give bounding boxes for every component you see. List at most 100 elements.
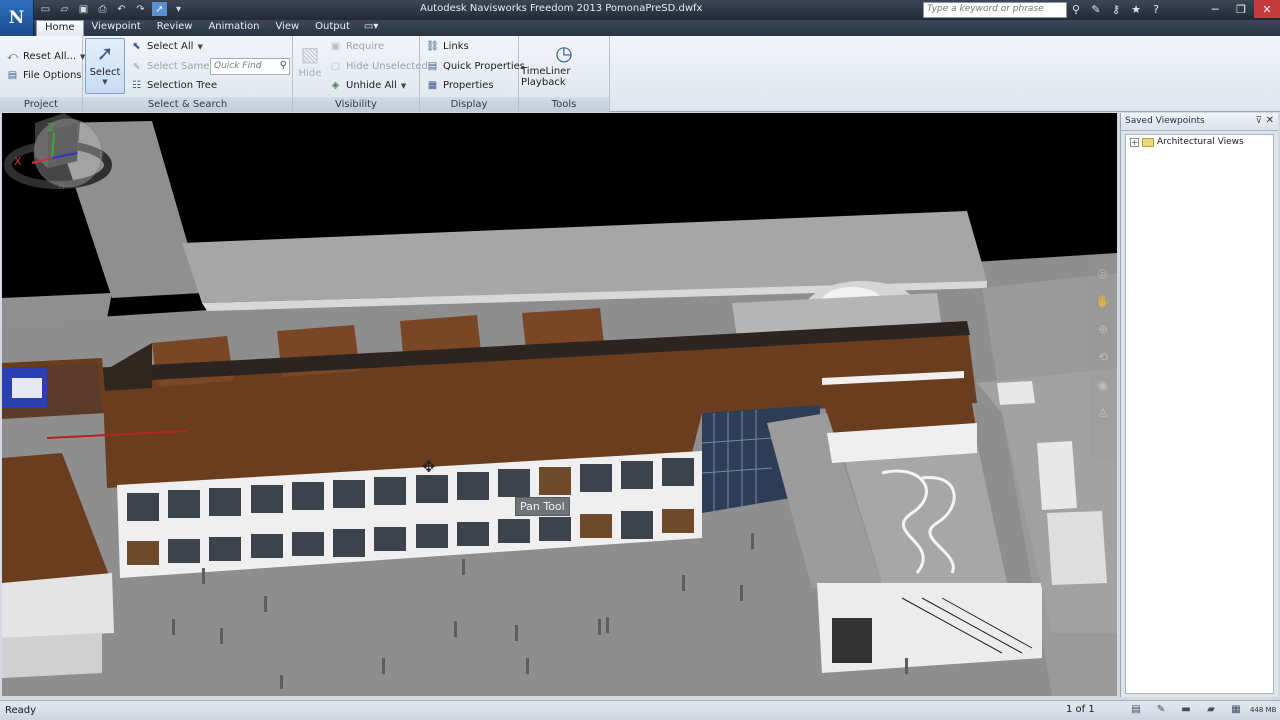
file-options-button[interactable]: ▤ File Options	[6, 69, 82, 82]
require-button[interactable]: ▣ Require	[329, 40, 384, 53]
tab-viewpoint[interactable]: Viewpoint	[84, 20, 149, 36]
close-icon[interactable]: ✕	[1266, 115, 1274, 126]
scene-viewport[interactable]: E N ◎ ✋ ⊕ ⟲ ◉ ♙ X Z ✥ Pan Tool	[2, 113, 1117, 696]
help-toolbar: ⚲ ✎ ⚷ ★ ?	[1068, 2, 1164, 17]
search-input[interactable]: Type a keyword or phrase	[923, 2, 1067, 18]
building-model-render	[2, 113, 1117, 696]
svg-text:Z: Z	[47, 121, 55, 134]
expand-icon[interactable]: +	[1130, 137, 1139, 147]
undo-icon[interactable]: ↶	[114, 2, 129, 16]
ribbon: ⤺ Reset All... ▼ ▤ File Options Project …	[0, 36, 1280, 112]
hide-button[interactable]: ▧ Hide	[295, 40, 325, 84]
select-all-label: Select All	[147, 41, 194, 52]
select-same-button[interactable]: ⬉ Select Same ▼	[130, 60, 219, 73]
save-icon[interactable]: ▣	[76, 2, 91, 16]
help-icon[interactable]: ?	[1148, 2, 1164, 17]
quick-properties-icon: ▤	[427, 61, 438, 72]
quick-find-input[interactable]: Quick Find ⚲	[210, 58, 290, 75]
timeliner-clock-icon: ◷	[555, 41, 573, 65]
pin-icon[interactable]: ⊽	[1255, 116, 1262, 126]
links-button[interactable]: ⛓ Links	[426, 40, 469, 53]
pan-cursor-icon: ✥	[422, 457, 436, 476]
visibility-panel: ▧ Hide ▣ Require ▢ Hide Unselected ◈ Unh…	[293, 36, 428, 112]
chevron-down-icon: ▼	[197, 42, 203, 51]
pan-hand-icon[interactable]: ✋	[1096, 294, 1111, 308]
quick-find-placeholder: Quick Find	[214, 61, 262, 71]
sheet-browser-icon[interactable]: ▤	[1128, 704, 1144, 715]
folder-icon	[1142, 137, 1154, 147]
redo-icon[interactable]: ↷	[133, 2, 148, 16]
saved-viewpoints-tree[interactable]: + Architectural Views	[1125, 134, 1274, 694]
open-icon[interactable]: ▱	[57, 2, 72, 16]
reset-all-button[interactable]: ⤺ Reset All... ▼	[6, 50, 85, 63]
svg-text:X: X	[14, 155, 22, 168]
hide-unselected-button[interactable]: ▢ Hide Unselected	[329, 60, 428, 73]
tab-animation[interactable]: Animation	[200, 20, 267, 36]
window-controls: ─ ❐ ✕	[1202, 0, 1280, 18]
customize-icon[interactable]: ▾	[171, 2, 186, 16]
look-icon[interactable]: ◉	[1098, 378, 1108, 392]
pencil-icon[interactable]: ✎	[1153, 704, 1169, 715]
status-bar: Ready 1 of 1 ▤ ✎ ▬ ▰ ▦ 448 MB	[0, 700, 1280, 720]
visibility-panel-title: Visibility	[293, 97, 419, 112]
file-options-label: File Options	[23, 70, 82, 81]
quick-properties-label: Quick Properties	[443, 61, 525, 72]
reset-all-label: Reset All...	[23, 51, 77, 62]
cursor-arrow-icon: ➚	[96, 41, 114, 65]
key-icon[interactable]: ⚷	[1108, 2, 1124, 17]
properties-button[interactable]: ▦ Properties	[426, 79, 494, 92]
hide-unselected-label: Hide Unselected	[346, 61, 428, 72]
page-indicator: 1 of 1	[1066, 704, 1095, 715]
pan-tool-tooltip: Pan Tool	[515, 497, 570, 516]
steering-wheel-icon[interactable]: ◎	[1098, 266, 1108, 280]
disk-icon[interactable]: ▰	[1203, 704, 1219, 715]
quick-properties-button[interactable]: ▤ Quick Properties	[426, 60, 525, 73]
selection-tree-button[interactable]: ☷ Selection Tree	[130, 79, 217, 92]
select-all-button[interactable]: ⬉ Select All ▼	[130, 40, 203, 53]
tab-home[interactable]: Home	[36, 20, 84, 36]
tree-item-architectural-views[interactable]: + Architectural Views	[1126, 135, 1273, 149]
tree-item-label: Architectural Views	[1157, 137, 1244, 147]
tab-output[interactable]: Output	[307, 20, 358, 36]
ribbon-options-icon[interactable]: ▭▾	[358, 20, 384, 36]
status-text: Ready	[5, 705, 37, 716]
saved-viewpoints-panel: Saved Viewpoints ⊽ ✕ + Architectural Vie…	[1120, 113, 1278, 697]
orbit-icon[interactable]: ⟲	[1098, 350, 1108, 364]
close-icon[interactable]: ✕	[1254, 0, 1280, 18]
memory-usage: 448 MB	[1250, 706, 1277, 714]
walk-icon[interactable]: ♙	[1098, 406, 1109, 420]
new-icon[interactable]: ▭	[38, 2, 53, 16]
file-options-icon: ▤	[7, 70, 18, 81]
status-icons: ▤ ✎ ▬ ▰ ▦	[1128, 704, 1244, 715]
project-panel: ⤺ Reset All... ▼ ▤ File Options Project	[0, 36, 85, 112]
select-all-icon: ⬉	[132, 41, 141, 52]
zoom-icon[interactable]: ⊕	[1098, 322, 1108, 336]
link-icon: ⛓	[426, 41, 439, 52]
unhide-all-button[interactable]: ◈ Unhide All ▼	[329, 79, 407, 92]
chevron-down-icon: ▼	[102, 78, 108, 86]
search-icon[interactable]: ⚲	[280, 60, 287, 71]
title-bar: N ▭ ▱ ▣ ⎙ ↶ ↷ ➚ ▾ Autodesk Navisworks Fr…	[0, 0, 1280, 36]
web-server-icon[interactable]: ▦	[1228, 704, 1244, 715]
application-menu-button[interactable]: N	[0, 0, 34, 36]
binoculars-icon[interactable]: ⚲	[1068, 2, 1084, 17]
minimize-icon[interactable]: ─	[1202, 0, 1228, 18]
select-label: Select	[89, 67, 121, 78]
require-icon: ▣	[330, 41, 341, 52]
tools-icon[interactable]: ✎	[1088, 2, 1104, 17]
performance-icon[interactable]: ▬	[1178, 704, 1194, 715]
timeliner-playback-button[interactable]: ◷ TimeLiner Playback	[521, 40, 607, 88]
tab-view[interactable]: View	[267, 20, 307, 36]
print-icon[interactable]: ⎙	[95, 2, 110, 16]
tab-review[interactable]: Review	[149, 20, 201, 36]
hide-unselected-icon: ▢	[330, 61, 341, 72]
selection-tree-label: Selection Tree	[147, 80, 218, 91]
select-icon[interactable]: ➚	[152, 2, 167, 16]
properties-label: Properties	[443, 80, 494, 91]
quick-access-toolbar: ▭ ▱ ▣ ⎙ ↶ ↷ ➚ ▾	[38, 2, 186, 18]
select-same-icon: ⬉	[132, 61, 141, 72]
tree-icon: ☷	[132, 80, 141, 91]
select-button[interactable]: ➚ Select ▼	[85, 38, 125, 94]
restore-icon[interactable]: ❐	[1228, 0, 1254, 18]
star-icon[interactable]: ★	[1128, 2, 1144, 17]
